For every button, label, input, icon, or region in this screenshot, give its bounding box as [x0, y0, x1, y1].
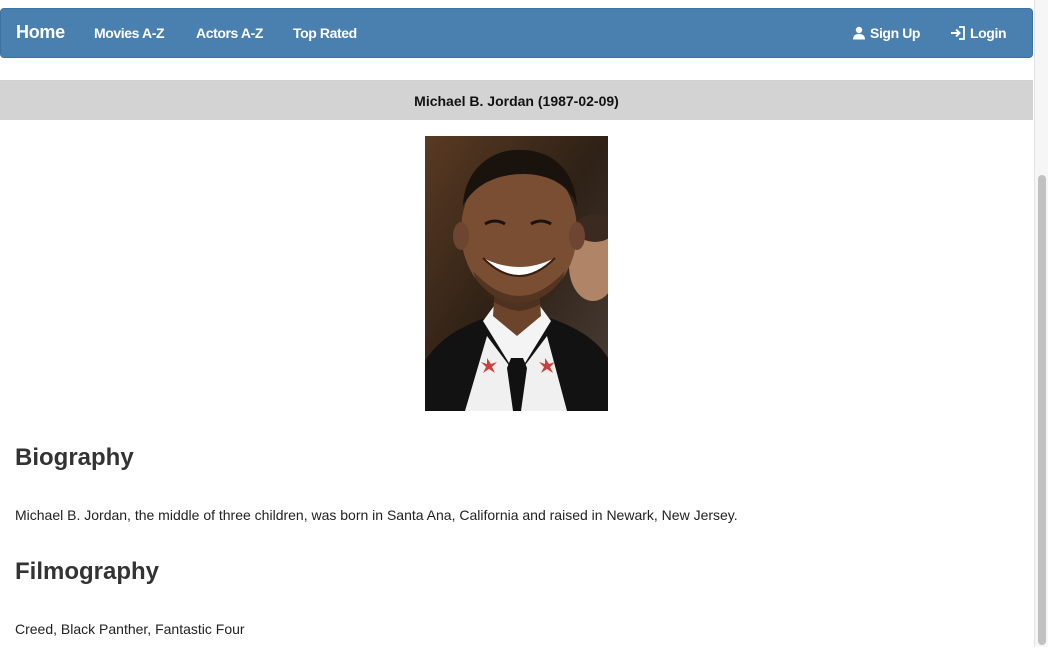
biography-text: Michael B. Jordan, the middle of three c…: [15, 507, 738, 523]
login-label: Login: [970, 25, 1007, 41]
nav-movies-az-link[interactable]: Movies A-Z: [94, 25, 165, 41]
login-link[interactable]: Login: [950, 25, 1007, 41]
actor-heading-bar: Michael B. Jordan (1987-02-09): [0, 80, 1033, 120]
filmography-text: Creed, Black Panther, Fantastic Four: [15, 621, 245, 637]
scrollbar-thumb[interactable]: [1038, 175, 1046, 645]
user-icon: [853, 26, 865, 40]
nav-top-rated-link[interactable]: Top Rated: [293, 25, 357, 41]
actor-photo: [425, 136, 608, 411]
signup-label: Sign Up: [870, 25, 921, 41]
actor-photo-image: [425, 136, 608, 411]
signup-link[interactable]: Sign Up: [852, 25, 920, 41]
biography-heading: Biography: [15, 444, 134, 471]
actor-name-heading: Michael B. Jordan (1987-02-09): [414, 93, 619, 109]
nav-home-link[interactable]: Home: [16, 22, 65, 43]
top-navbar: Home Movies A-Z Actors A-Z Top Rated Sig…: [0, 8, 1033, 58]
login-icon: [951, 26, 965, 40]
nav-actors-az-link[interactable]: Actors A-Z: [196, 25, 263, 41]
filmography-heading: Filmography: [15, 558, 160, 585]
page: Home Movies A-Z Actors A-Z Top Rated Sig…: [0, 0, 1048, 647]
